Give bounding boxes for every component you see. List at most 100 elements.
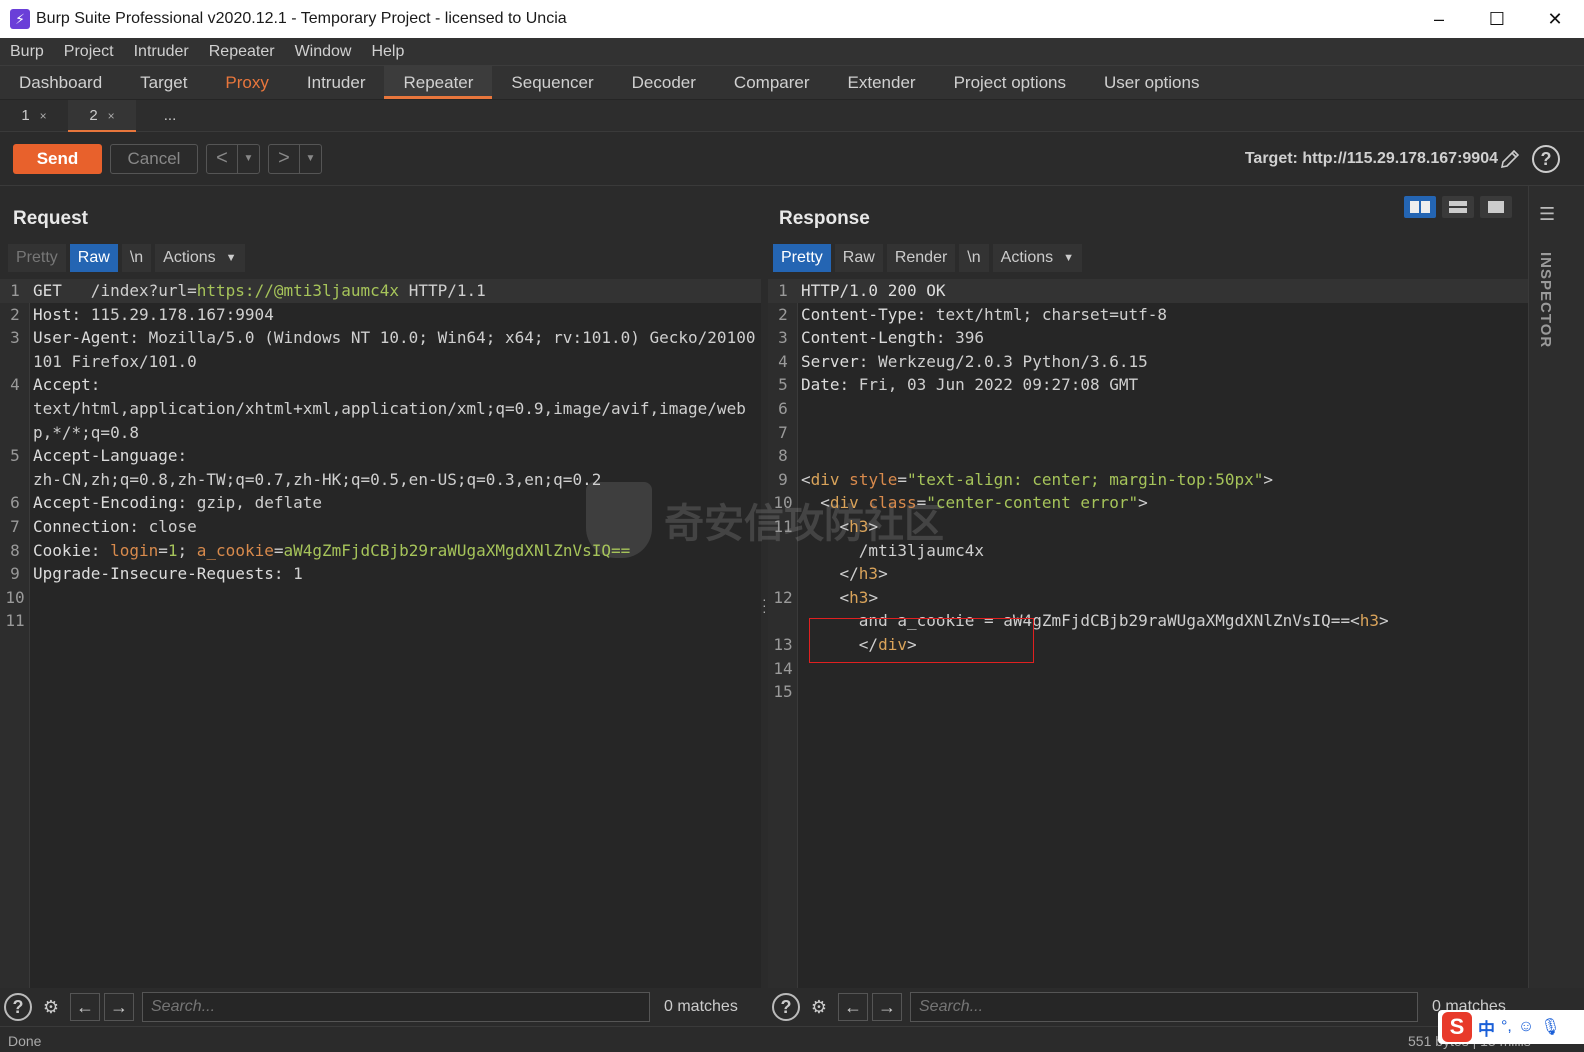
code-token: =	[897, 469, 907, 489]
response-search-input[interactable]	[910, 992, 1418, 1022]
next-match-button[interactable]: →	[872, 993, 902, 1021]
previous-match-button[interactable]: ←	[70, 993, 100, 1021]
layout-stacked-button[interactable]	[1442, 196, 1474, 218]
line-number: 2	[10, 304, 20, 324]
line-number: 7	[10, 516, 20, 536]
request-title: Request	[13, 208, 88, 229]
repeater-tab-new[interactable]: ...	[136, 100, 204, 131]
code-token: a_cookie	[196, 540, 274, 560]
gear-icon[interactable]: ⚙	[804, 992, 834, 1022]
menu-repeater[interactable]: Repeater	[199, 43, 285, 61]
tab-extender[interactable]: Extender	[829, 66, 935, 99]
repeater-tab-1[interactable]: 1 ×	[0, 100, 68, 131]
line-number: 14	[773, 658, 793, 678]
request-search-input[interactable]	[142, 992, 650, 1022]
next-match-button[interactable]: →	[104, 993, 134, 1021]
tab-decoder[interactable]: Decoder	[613, 66, 715, 99]
layout-tabs-button[interactable]	[1480, 196, 1512, 218]
response-editor[interactable]: 1 HTTP/1.0 200 OK 2 Content-Type: text/html…	[768, 279, 1528, 988]
menu-help[interactable]: Help	[361, 43, 414, 61]
ime-language-toggle[interactable]: 中	[1478, 1015, 1495, 1040]
code-token: https://@mti3ljaumc4x	[196, 281, 400, 300]
sogou-logo-icon[interactable]: S	[1442, 1012, 1472, 1042]
request-actions-menu[interactable]: Actions ▼	[155, 244, 245, 272]
request-search-bar: ? ⚙ ← → 0 matches	[0, 988, 761, 1026]
code-token: : 115.29.178.167:9904	[71, 304, 274, 324]
response-tab-pretty[interactable]: Pretty	[773, 244, 831, 272]
inspector-sidebar[interactable]: ☰ INSPECTOR	[1528, 186, 1584, 988]
send-button[interactable]: Send	[13, 143, 102, 174]
window-controls: – ☐ ✕	[1410, 0, 1584, 38]
close-button[interactable]: ✕	[1526, 0, 1584, 38]
tab-comparer[interactable]: Comparer	[715, 66, 829, 99]
help-icon[interactable]: ?	[4, 993, 32, 1021]
line-number: 10	[773, 493, 793, 513]
line-content	[30, 609, 761, 633]
response-line: 6	[768, 397, 1528, 421]
forward-button[interactable]: >	[269, 145, 299, 173]
tab-proxy[interactable]: Proxy	[206, 66, 287, 99]
minimize-button[interactable]: –	[1410, 0, 1468, 38]
help-icon[interactable]: ?	[772, 993, 800, 1021]
microphone-icon[interactable]: 🎙	[1540, 1017, 1560, 1037]
highlight-annotation-box	[809, 618, 1034, 663]
code-token: >	[878, 564, 888, 584]
tab-user-options[interactable]: User options	[1085, 66, 1218, 99]
repeater-tab-2[interactable]: 2 ×	[68, 100, 136, 132]
line-content: GET /index?url=https://@mti3ljaumc4x HTT…	[30, 279, 761, 303]
pane-splitter[interactable]: · · ·	[761, 186, 768, 988]
response-tab-newline[interactable]: \n	[959, 244, 989, 272]
previous-match-button[interactable]: ←	[838, 993, 868, 1021]
line-number: 9	[778, 469, 788, 489]
burp-lightning-icon: ⚡	[10, 9, 30, 29]
tab-sequencer[interactable]: Sequencer	[492, 66, 612, 99]
close-tab-icon[interactable]: ×	[108, 109, 115, 123]
code-token: <	[801, 469, 811, 489]
line-content: Connection: close	[30, 515, 761, 539]
tab-intruder[interactable]: Intruder	[288, 66, 385, 99]
cancel-button[interactable]: Cancel	[110, 143, 198, 174]
menu-project[interactable]: Project	[54, 43, 124, 61]
request-line: 7 Connection: close	[0, 515, 761, 539]
help-icon[interactable]: ?	[1532, 145, 1560, 173]
close-tab-icon[interactable]: ×	[40, 109, 47, 123]
gear-icon[interactable]: ⚙	[36, 992, 66, 1022]
menu-window[interactable]: Window	[285, 43, 362, 61]
request-tab-newline[interactable]: \n	[121, 244, 152, 272]
line-number: 11	[773, 516, 793, 536]
code-token: >	[1378, 611, 1389, 631]
tab-repeater[interactable]: Repeater	[384, 66, 493, 99]
back-button[interactable]: <	[207, 145, 237, 173]
forward-history-dropdown[interactable]: ▼	[299, 144, 321, 173]
code-token: Upgrade-Insecure-Requests	[33, 564, 274, 584]
response-line: 3 Content-Length: 396	[768, 326, 1528, 350]
request-editor[interactable]: 1 GET /index?url=https://@mti3ljaumc4x HT…	[0, 279, 761, 988]
menu-burp[interactable]: Burp	[0, 43, 54, 61]
request-line: 5 Accept-Language: zh-CN,zh;q=0.8,zh-TW;q…	[0, 444, 761, 491]
request-tab-pretty[interactable]: Pretty	[8, 244, 66, 272]
response-actions-menu[interactable]: Actions ▼	[992, 244, 1082, 272]
request-view-tabs: Pretty Raw \n Actions ▼	[8, 244, 245, 272]
request-line: 1 GET /index?url=https://@mti3ljaumc4x HT…	[0, 279, 761, 303]
tab-target[interactable]: Target	[121, 66, 206, 99]
tab-project-options[interactable]: Project options	[935, 66, 1085, 99]
line-number: 9	[10, 564, 20, 584]
response-tab-render[interactable]: Render	[886, 244, 956, 272]
ime-toolbar[interactable]: S 中 °, ☺ 🎙	[1438, 1010, 1584, 1044]
punctuation-icon[interactable]: °,	[1501, 1018, 1512, 1036]
layout-side-by-side-button[interactable]	[1404, 196, 1436, 218]
menu-intruder[interactable]: Intruder	[124, 43, 199, 61]
emoji-icon[interactable]: ☺	[1518, 1018, 1534, 1036]
back-history-dropdown[interactable]: ▼	[237, 144, 259, 173]
maximize-button[interactable]: ☐	[1468, 0, 1526, 38]
line-number: 11	[5, 611, 25, 631]
code-token: Date	[801, 375, 840, 395]
response-tab-raw[interactable]: Raw	[834, 244, 883, 272]
tab-dashboard[interactable]: Dashboard	[0, 66, 121, 99]
response-line: 9 <div style="text-align: center; margin-…	[768, 468, 1528, 492]
pencil-icon[interactable]	[1496, 145, 1524, 173]
line-number: 6	[10, 493, 20, 513]
menu-lines-icon[interactable]: ☰	[1539, 204, 1555, 225]
line-content: <div style="text-align: center; margin-t…	[798, 468, 1528, 492]
request-tab-raw[interactable]: Raw	[69, 244, 118, 272]
